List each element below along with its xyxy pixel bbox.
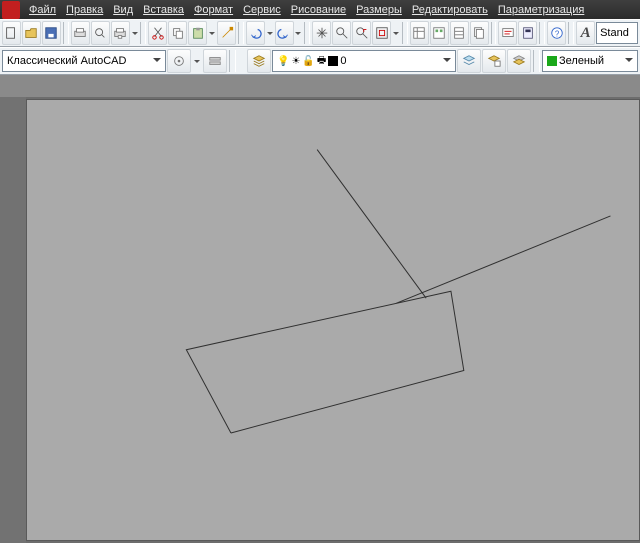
zoomprev-icon[interactable] bbox=[352, 21, 371, 45]
undo-icon[interactable] bbox=[246, 21, 265, 45]
workspace-value: Классический AutoCAD bbox=[7, 55, 126, 67]
menu-dim[interactable]: Размеры bbox=[351, 2, 407, 18]
cut-icon[interactable] bbox=[148, 21, 167, 45]
color-value: Зеленый bbox=[559, 55, 604, 67]
drawing-canvas[interactable] bbox=[26, 99, 640, 541]
menu-view[interactable]: Вид bbox=[108, 2, 138, 18]
textstyle-field[interactable]: Stand bbox=[596, 22, 638, 44]
layer-state-icon[interactable] bbox=[482, 49, 506, 73]
match-icon[interactable] bbox=[217, 21, 236, 45]
menu-file[interactable]: Файл bbox=[24, 2, 61, 18]
menu-modify[interactable]: Редактировать bbox=[407, 2, 493, 18]
publish-dropdown-icon[interactable] bbox=[131, 22, 139, 44]
publish-icon[interactable] bbox=[111, 21, 130, 45]
undo-dropdown-icon[interactable] bbox=[266, 22, 274, 44]
separator bbox=[140, 22, 146, 44]
svg-text:?: ? bbox=[555, 30, 560, 39]
textstyle-value: Stand bbox=[600, 27, 629, 39]
drawing-content bbox=[27, 100, 639, 540]
preview-icon[interactable] bbox=[91, 21, 110, 45]
menu-tools[interactable]: Сервис bbox=[238, 2, 286, 18]
layer-mgr-icon[interactable] bbox=[247, 49, 271, 73]
calc-icon[interactable] bbox=[518, 21, 537, 45]
menu-draw[interactable]: Рисование bbox=[286, 2, 351, 18]
workspace-combo[interactable]: Классический AutoCAD bbox=[2, 50, 166, 72]
paste-dropdown-icon[interactable] bbox=[208, 22, 216, 44]
app-logo-icon[interactable] bbox=[2, 1, 20, 19]
new-icon[interactable] bbox=[2, 21, 21, 45]
ws-settings-icon[interactable] bbox=[167, 49, 191, 73]
separator bbox=[491, 22, 497, 44]
layer-value: 0 bbox=[340, 55, 346, 67]
bulb-icon: 💡 bbox=[277, 56, 289, 67]
menu-format[interactable]: Формат bbox=[189, 2, 238, 18]
toolpal-icon[interactable] bbox=[450, 21, 469, 45]
separator bbox=[539, 22, 545, 44]
textstyle-icon[interactable]: A bbox=[576, 21, 595, 45]
separator bbox=[304, 22, 310, 44]
paste-icon[interactable] bbox=[188, 21, 207, 45]
workarea bbox=[0, 97, 640, 543]
separator bbox=[568, 22, 574, 44]
pan-icon[interactable] bbox=[312, 21, 331, 45]
plot-layer-icon: 🖶 bbox=[317, 53, 326, 70]
color-combo[interactable]: Зеленый bbox=[542, 50, 638, 72]
lock-icon: 🔓 bbox=[302, 56, 314, 67]
menu-edit[interactable]: Правка bbox=[61, 2, 108, 18]
layer-state-icons: 💡 ☀ 🔓 🖶 bbox=[277, 53, 340, 70]
ws-dropdown-icon[interactable] bbox=[192, 50, 202, 72]
menu-param[interactable]: Параметризация bbox=[493, 2, 589, 18]
sheet-icon[interactable] bbox=[470, 21, 489, 45]
separator bbox=[402, 22, 408, 44]
menubar: Файл Правка Вид Вставка Формат Сервис Ри… bbox=[0, 0, 640, 19]
ws-toolbar-icon[interactable] bbox=[203, 49, 227, 73]
zoom-dropdown-icon[interactable] bbox=[392, 22, 400, 44]
copy-icon[interactable] bbox=[168, 21, 187, 45]
menu-insert[interactable]: Вставка bbox=[138, 2, 189, 18]
redo-icon[interactable] bbox=[275, 21, 294, 45]
markup-icon[interactable] bbox=[498, 21, 517, 45]
workspace-layer-toolbar: Классический AutoCAD 💡 ☀ 🔓 🖶 0 Зеленый bbox=[0, 47, 640, 75]
save-icon[interactable] bbox=[42, 21, 61, 45]
layer-iso-icon[interactable] bbox=[507, 49, 531, 73]
dcenter-icon[interactable] bbox=[430, 21, 449, 45]
layer-color-swatch bbox=[328, 56, 338, 66]
left-gutter bbox=[0, 97, 26, 543]
zoom-icon[interactable] bbox=[332, 21, 351, 45]
separator bbox=[229, 50, 236, 72]
separator bbox=[63, 22, 69, 44]
standard-toolbar: ? A Stand bbox=[0, 19, 640, 47]
separator bbox=[238, 22, 244, 44]
plot-icon[interactable] bbox=[71, 21, 90, 45]
open-icon[interactable] bbox=[22, 21, 41, 45]
layer-combo[interactable]: 💡 ☀ 🔓 🖶 0 bbox=[272, 50, 456, 72]
redo-dropdown-icon[interactable] bbox=[295, 22, 303, 44]
layer-filter-icon[interactable] bbox=[457, 49, 481, 73]
color-swatch bbox=[547, 56, 557, 66]
props-icon[interactable] bbox=[410, 21, 429, 45]
zoomext-icon[interactable] bbox=[372, 21, 391, 45]
help-icon[interactable]: ? bbox=[547, 21, 566, 45]
sun-icon: ☀ bbox=[291, 56, 300, 67]
separator bbox=[533, 50, 540, 72]
